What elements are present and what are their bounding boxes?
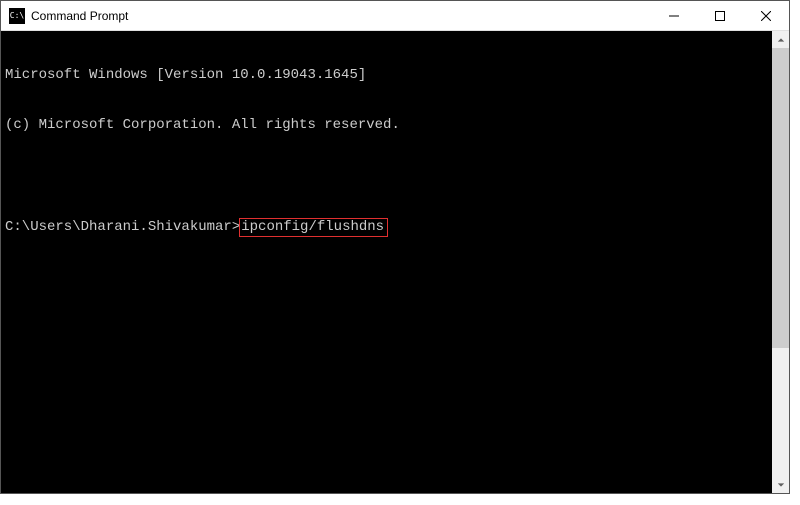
titlebar[interactable]: C:\ Command Prompt	[1, 1, 789, 31]
minimize-icon	[669, 11, 679, 21]
scrollbar-thumb[interactable]	[772, 48, 789, 348]
close-icon	[761, 11, 771, 21]
console-line-copyright: (c) Microsoft Corporation. All rights re…	[5, 117, 768, 134]
console-output[interactable]: Microsoft Windows [Version 10.0.19043.16…	[1, 31, 772, 493]
close-button[interactable]	[743, 1, 789, 30]
minimize-button[interactable]	[651, 1, 697, 30]
console-line-version: Microsoft Windows [Version 10.0.19043.16…	[5, 67, 768, 84]
maximize-icon	[715, 11, 725, 21]
cmd-icon-glyph: C:\	[10, 12, 24, 20]
window-title: Command Prompt	[31, 9, 651, 23]
console-prompt-line: C:\Users\Dharani.Shivakumar>ipconfig/flu…	[5, 218, 768, 237]
maximize-button[interactable]	[697, 1, 743, 30]
chevron-up-icon	[777, 36, 785, 44]
console-prompt: C:\Users\Dharani.Shivakumar>	[5, 219, 240, 236]
console-command[interactable]: ipconfig/flushdns	[241, 219, 384, 235]
command-highlight-box: ipconfig/flushdns	[239, 218, 388, 237]
scrollbar-track[interactable]	[772, 48, 789, 476]
scroll-down-button[interactable]	[772, 476, 789, 493]
content-area: Microsoft Windows [Version 10.0.19043.16…	[1, 31, 789, 493]
console-blank-line	[5, 167, 768, 184]
command-prompt-window: C:\ Command Prompt Microsoft Windows [Ve…	[0, 0, 790, 494]
titlebar-controls	[651, 1, 789, 30]
scroll-up-button[interactable]	[772, 31, 789, 48]
chevron-down-icon	[777, 481, 785, 489]
vertical-scrollbar[interactable]	[772, 31, 789, 493]
cmd-icon: C:\	[9, 8, 25, 24]
